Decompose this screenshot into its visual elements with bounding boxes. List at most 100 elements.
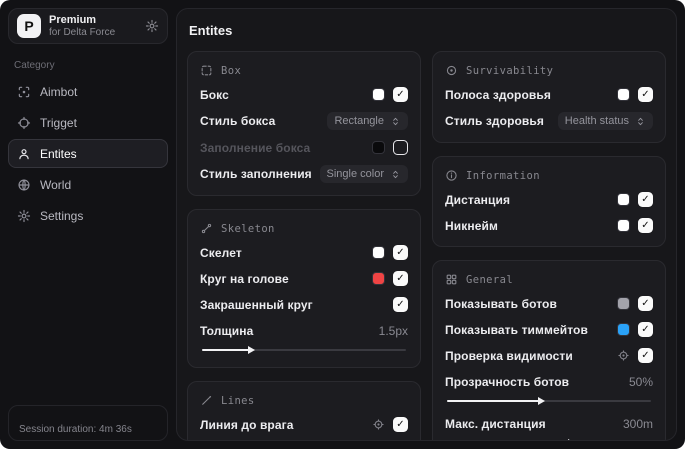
setting-controls: Single color <box>319 165 408 183</box>
setting-label: Линия до врага <box>200 417 294 432</box>
session-box: Session duration: 4m 36s <box>8 405 168 441</box>
setting-label: Бокс <box>200 87 229 102</box>
checkbox[interactable]: ✓ <box>638 192 653 207</box>
checkbox[interactable]: ✓ <box>638 87 653 102</box>
setting-row: Никнейм ✓ <box>445 217 653 234</box>
sidebar-item-entites[interactable]: Entites <box>8 139 168 168</box>
slider[interactable] <box>202 346 406 354</box>
slider-thumb[interactable] <box>537 397 545 405</box>
gear-icon[interactable] <box>372 418 385 431</box>
checkbox[interactable] <box>393 140 408 155</box>
color-swatch[interactable] <box>617 297 630 310</box>
section-title: Survivability <box>466 64 554 77</box>
aimbot-icon <box>17 85 31 99</box>
sidebar-item-aimbot[interactable]: Aimbot <box>8 77 168 106</box>
setting-controls: ✓ <box>617 348 653 363</box>
gear-icon[interactable] <box>617 349 630 362</box>
setting-label: Заполнение бокса <box>200 140 311 155</box>
sidebar-item-trigget[interactable]: Trigget <box>8 108 168 137</box>
section-header: Skeleton <box>200 222 408 235</box>
left-column: Box Бокс ✓ Стиль бокса Rectangle Заполнение б… <box>187 51 421 440</box>
setting-label: Круг на голове <box>200 271 289 286</box>
unfold-icon <box>390 116 401 127</box>
setting-label: Дистанция <box>445 192 511 207</box>
checkbox[interactable]: ✓ <box>393 417 408 432</box>
setting-controls: ✓ <box>617 192 653 207</box>
section-title: Lines <box>221 394 255 407</box>
setting-value: 50% <box>628 374 653 389</box>
setting-row: Закрашенный круг ✓ <box>200 296 408 313</box>
slider[interactable] <box>447 397 651 405</box>
setting-row: Круг на голове ✓ <box>200 270 408 287</box>
setting-row: Стиль здоровья Health status <box>445 112 653 130</box>
setting-row: Показывать ботов ✓ <box>445 295 653 312</box>
setting-row: Бокс ✓ <box>200 86 408 103</box>
setting-label: Стиль здоровья <box>445 114 544 128</box>
section-header: Information <box>445 169 653 182</box>
sidebar-item-label: Aimbot <box>40 84 78 99</box>
select-value: Rectangle <box>334 115 384 127</box>
sidebar-item-world[interactable]: World <box>8 170 168 199</box>
setting-controls: ✓ <box>617 87 653 102</box>
sections-columns: Box Бокс ✓ Стиль бокса Rectangle Заполнение б… <box>187 51 666 440</box>
slider-thumb[interactable] <box>568 439 576 440</box>
brand-logo: P <box>17 14 41 38</box>
section-header: Survivability <box>445 64 653 77</box>
color-swatch[interactable] <box>372 88 385 101</box>
setting-label: Скелет <box>200 245 242 260</box>
checkbox[interactable]: ✓ <box>638 296 653 311</box>
select[interactable]: Rectangle <box>327 112 408 130</box>
section-title: Information <box>466 169 540 182</box>
checkbox[interactable]: ✓ <box>638 322 653 337</box>
setting-controls: ✓ <box>617 296 653 311</box>
select[interactable]: Health status <box>557 112 653 130</box>
color-swatch[interactable] <box>617 193 630 206</box>
section-information: Information Дистанция ✓ Никнейм ✓ <box>432 156 666 247</box>
checkbox[interactable]: ✓ <box>393 245 408 260</box>
general-icon <box>445 273 458 286</box>
sidebar-item-settings[interactable]: Settings <box>8 201 168 230</box>
settings-icon <box>17 209 31 223</box>
checkbox[interactable]: ✓ <box>638 348 653 363</box>
slider-thumb[interactable] <box>247 346 255 354</box>
color-swatch[interactable] <box>617 88 630 101</box>
app-window: P Premium for Delta Force Category Aimbo… <box>0 0 685 449</box>
setting-row: Заполнение бокса <box>200 139 408 156</box>
checkbox[interactable]: ✓ <box>393 87 408 102</box>
select[interactable]: Single color <box>319 165 408 183</box>
setting-label: Прозрачность ботов <box>445 374 570 389</box>
color-swatch[interactable] <box>617 219 630 232</box>
setting-label: Никнейм <box>445 218 498 233</box>
session-duration-text: Session duration: 4m 36s <box>19 424 132 435</box>
checkbox[interactable]: ✓ <box>393 297 408 312</box>
information-icon <box>445 169 458 182</box>
section-header: Lines <box>200 394 408 407</box>
setting-controls: ✓ <box>617 322 653 337</box>
survivability-icon <box>445 64 458 77</box>
sidebar: P Premium for Delta Force Category Aimbo… <box>8 8 168 441</box>
skeleton-icon <box>200 222 213 235</box>
setting-controls: ✓ <box>372 271 408 286</box>
setting-label: Стиль заполнения <box>200 167 312 181</box>
color-swatch[interactable] <box>372 246 385 259</box>
color-swatch[interactable] <box>617 323 630 336</box>
slider-setting: Толщина 1.5px <box>200 322 408 354</box>
section-box: Box Бокс ✓ Стиль бокса Rectangle Заполнение б… <box>187 51 421 196</box>
setting-row: Проверка видимости ✓ <box>445 347 653 364</box>
color-swatch[interactable] <box>372 272 385 285</box>
checkbox[interactable]: ✓ <box>393 271 408 286</box>
settings-gear-icon[interactable] <box>145 19 159 33</box>
select-value: Health status <box>564 115 629 127</box>
setting-value: 300m <box>622 416 653 431</box>
setting-row: Толщина 1.5px <box>200 322 408 339</box>
setting-row: Прозрачность ботов 50% <box>445 373 653 390</box>
setting-label: Полоса здоровья <box>445 87 551 102</box>
trigger-icon <box>17 116 31 130</box>
setting-row: Линия до врага ✓ <box>200 416 408 433</box>
checkbox[interactable]: ✓ <box>638 218 653 233</box>
unfold-icon <box>635 116 646 127</box>
setting-row: Полоса здоровья ✓ <box>445 86 653 103</box>
color-swatch[interactable] <box>372 141 385 154</box>
brand-subtitle: for Delta Force <box>49 26 116 38</box>
sidebar-item-label: Settings <box>40 208 84 223</box>
